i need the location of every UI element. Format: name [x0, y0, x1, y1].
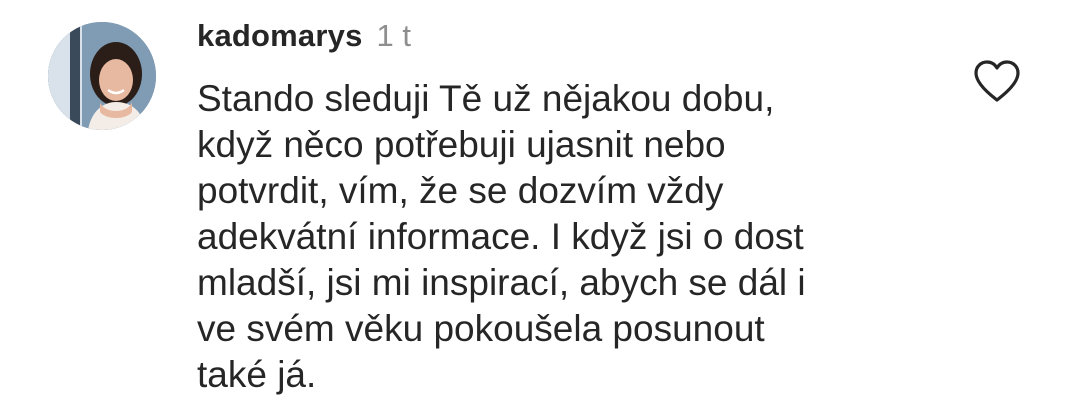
- heart-outline-icon: [974, 60, 1020, 102]
- comment-text: Stando sleduji Tě už nějakou dobu, když …: [197, 78, 806, 395]
- avatar[interactable]: [48, 22, 156, 130]
- comment: kadomarys 1 t Stando sleduji Tě už nějak…: [0, 0, 1080, 420]
- like-button[interactable]: [972, 58, 1022, 104]
- avatar-photo: [48, 22, 156, 130]
- comment-header: kadomarys 1 t: [197, 18, 411, 60]
- timestamp[interactable]: 1 t: [377, 18, 411, 54]
- username[interactable]: kadomarys: [197, 18, 363, 54]
